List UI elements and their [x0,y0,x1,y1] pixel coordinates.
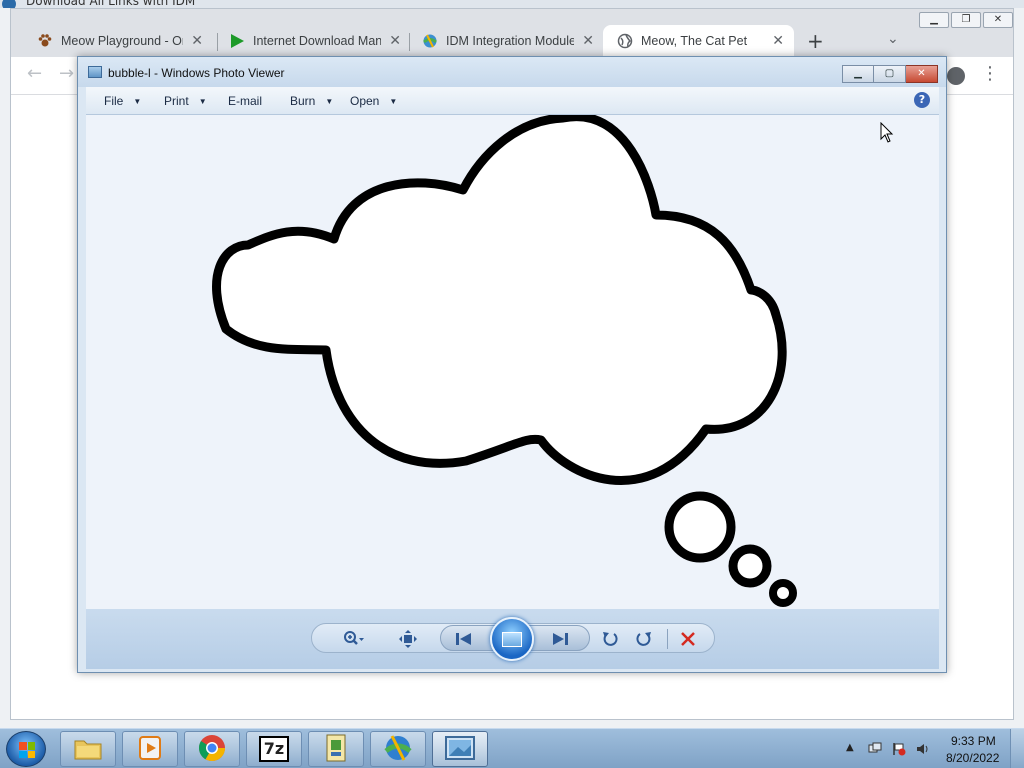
thought-bubble-cloud [212,115,787,485]
menu-burn[interactable]: Burn ▼ [290,94,333,108]
next-icon[interactable] [548,629,572,649]
taskbar-item-photo-viewer[interactable] [432,731,488,767]
menu-label: Open [350,94,380,108]
close-icon[interactable]: ✕ [772,33,784,49]
taskbar-item-windows-explorer[interactable] [60,731,116,767]
photo-viewer-menubar: File ▼ Print ▼ E-mail Burn ▼ Open ▼ ? [86,87,939,115]
rotate-clockwise-icon[interactable] [632,629,656,649]
kebab-menu-icon[interactable]: ⋮ [981,63,999,84]
controls-divider [667,629,668,649]
show-desktop-button[interactable] [1010,729,1024,768]
tab-meow-playground[interactable]: Meow Playground - Onl ✕ [23,25,213,57]
menu-label: E-mail [228,94,263,108]
close-button[interactable]: ✕ [983,12,1013,28]
tab-strip: Meow Playground - Onl ✕ Internet Downloa… [11,9,1013,57]
caret-down-icon: ▼ [325,96,334,106]
taskbar-item-media-player[interactable] [122,731,178,767]
thought-bubble-small-circle-2 [728,544,772,588]
caret-down-icon: ▼ [133,96,142,106]
photo-viewer-titlebar[interactable]: bubble-l - Windows Photo Viewer ▁ ▢ ✕ [78,57,946,87]
help-icon[interactable]: ? [914,92,930,108]
taskbar: 7z ▲ 9:33 PM 8/20/2022 [0,728,1024,768]
menu-email[interactable]: E-mail [228,94,262,108]
slideshow-icon [502,631,522,647]
minimize-button[interactable]: ▁ [842,65,874,83]
minimize-button[interactable]: ▁ [919,12,949,28]
caret-down-icon: ▼ [389,96,398,106]
profile-icon[interactable] [947,67,965,85]
clock-time[interactable]: 9:33 PM [951,734,996,748]
new-tab-button[interactable]: + [807,29,824,53]
photo-viewer-window: bubble-l - Windows Photo Viewer ▁ ▢ ✕ Fi… [77,56,947,673]
photo-viewer-icon [444,735,476,764]
taskbar-item-7zip[interactable]: 7z [246,731,302,767]
tab-internet-download-manager[interactable]: Internet Download Man ✕ [215,25,411,57]
tab-meow-the-cat-pet[interactable]: Meow, The Cat Pet ✕ [603,25,794,57]
menu-label: File [104,94,124,108]
tab-title: Meow, The Cat Pet [641,34,748,48]
action-center-flag-icon[interactable] [892,742,906,756]
windows-logo-icon [19,742,35,758]
tab-title: Meow Playground - Onl [61,34,184,48]
globe-icon [617,33,633,49]
menu-print[interactable]: Print ▼ [164,94,207,108]
forward-arrow-icon[interactable]: → [59,63,74,84]
thought-bubble-image [212,115,797,607]
media-player-icon [136,734,164,765]
globe-download-icon [422,33,438,49]
close-icon[interactable]: ✕ [582,33,594,49]
7zip-icon: 7z [259,736,289,762]
taskbar-item-chrome[interactable] [184,731,240,767]
menu-open[interactable]: Open ▼ [350,94,397,108]
installer-icon [323,733,349,766]
menu-file[interactable]: File ▼ [104,94,141,108]
photo-viewer-app-icon [88,66,102,78]
paw-icon [37,33,53,49]
chrome-icon [197,733,227,766]
back-arrow-icon[interactable]: ← [27,63,42,84]
tab-search-chevron-icon[interactable]: ⌄ [887,31,899,47]
delete-icon[interactable] [676,629,700,649]
taskbar-item-idm[interactable] [370,731,426,767]
maximize-button[interactable]: ▢ [874,65,906,83]
network-icon[interactable] [868,742,882,756]
close-icon[interactable]: ✕ [389,33,401,49]
close-button[interactable]: ✕ [906,65,938,83]
menu-label: Burn [290,94,316,108]
caret-down-icon: ▼ [198,96,207,106]
play-arrow-icon [229,33,245,49]
background-window-strip: Download All Links with IDM [0,0,1024,8]
idm-logo-icon [2,0,16,8]
mouse-cursor-icon [880,121,894,147]
folder-icon [73,735,103,764]
start-button[interactable] [6,731,46,767]
taskbar-item-installer[interactable] [308,731,364,767]
background-window-title: Download All Links with IDM [26,0,196,8]
window-controls: ▁ ▢ ✕ [842,65,938,83]
image-canvas [86,115,939,609]
clock-date[interactable]: 8/20/2022 [946,751,999,765]
tab-title: IDM Integration Module [446,34,575,48]
rotate-counterclockwise-icon[interactable] [598,629,622,649]
volume-icon[interactable] [916,742,930,756]
tab-idm-integration-module[interactable]: IDM Integration Module ✕ [408,25,604,57]
idm-icon [382,733,414,766]
chrome-window-controls: ▁ ❐ ✕ [919,12,1013,28]
tab-title: Internet Download Man [253,34,382,48]
actual-size-icon[interactable] [396,629,420,649]
thought-bubble-small-circle-1 [664,491,736,563]
window-title: bubble-l - Windows Photo Viewer [108,66,285,80]
show-hidden-icons-icon[interactable]: ▲ [846,742,860,756]
zoom-icon[interactable] [342,629,366,649]
menu-label: Print [164,94,189,108]
close-icon[interactable]: ✕ [191,33,203,49]
restore-button[interactable]: ❐ [951,12,981,28]
photo-viewer-controlbar [86,609,939,669]
previous-icon[interactable] [452,629,476,649]
slideshow-button[interactable] [490,617,534,661]
thought-bubble-small-circle-3 [769,579,797,607]
